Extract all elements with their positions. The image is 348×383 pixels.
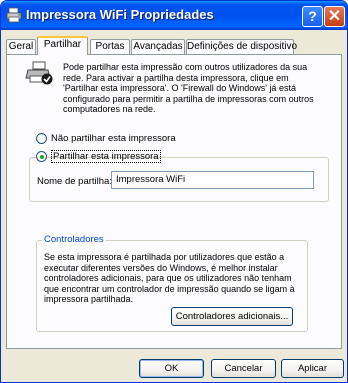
- share-name-input[interactable]: Impressora WiFi: [111, 171, 314, 189]
- share-label[interactable]: Partilhar esta impressora: [51, 150, 161, 163]
- share-name-label: Nome de partilha:: [37, 176, 112, 187]
- shared-printer-icon: [25, 61, 53, 85]
- tab-portas[interactable]: Portas: [90, 39, 130, 54]
- tab-definicoes-de-dispositivo[interactable]: Definições de dispositivo: [186, 39, 297, 54]
- help-button[interactable]: ?: [302, 6, 323, 27]
- apply-button[interactable]: Aplicar: [281, 359, 344, 378]
- window-title: Impressora WiFi Propriedades: [26, 7, 214, 22]
- title-bar[interactable]: Impressora WiFi Propriedades ? ✕: [1, 1, 347, 30]
- properties-dialog: Impressora WiFi Propriedades ? ✕ Geral P…: [0, 0, 348, 383]
- no-share-label[interactable]: Não partilhar esta impressora: [51, 132, 176, 145]
- printer-icon: [6, 7, 22, 23]
- sharing-description: Pode partilhar esta impressão com outros…: [63, 62, 314, 114]
- share-radio[interactable]: [36, 151, 47, 162]
- cancel-button[interactable]: Cancelar: [211, 359, 276, 378]
- tab-geral[interactable]: Geral: [6, 39, 36, 54]
- radio-selected-dot: [39, 154, 44, 159]
- no-share-radio[interactable]: [36, 133, 47, 144]
- share-option[interactable]: Partilhar esta impressora: [36, 150, 161, 164]
- ok-button[interactable]: OK: [139, 359, 204, 378]
- additional-drivers-button[interactable]: Controladores adicionais...: [171, 307, 293, 326]
- tab-avancadas[interactable]: Avançadas: [131, 39, 185, 54]
- drivers-group-title: Controladores: [42, 234, 106, 245]
- tab-partilhar[interactable]: Partilhar: [37, 36, 88, 55]
- close-button[interactable]: ✕: [324, 6, 345, 27]
- drivers-description: Se esta impressora é partilhada por util…: [44, 252, 295, 304]
